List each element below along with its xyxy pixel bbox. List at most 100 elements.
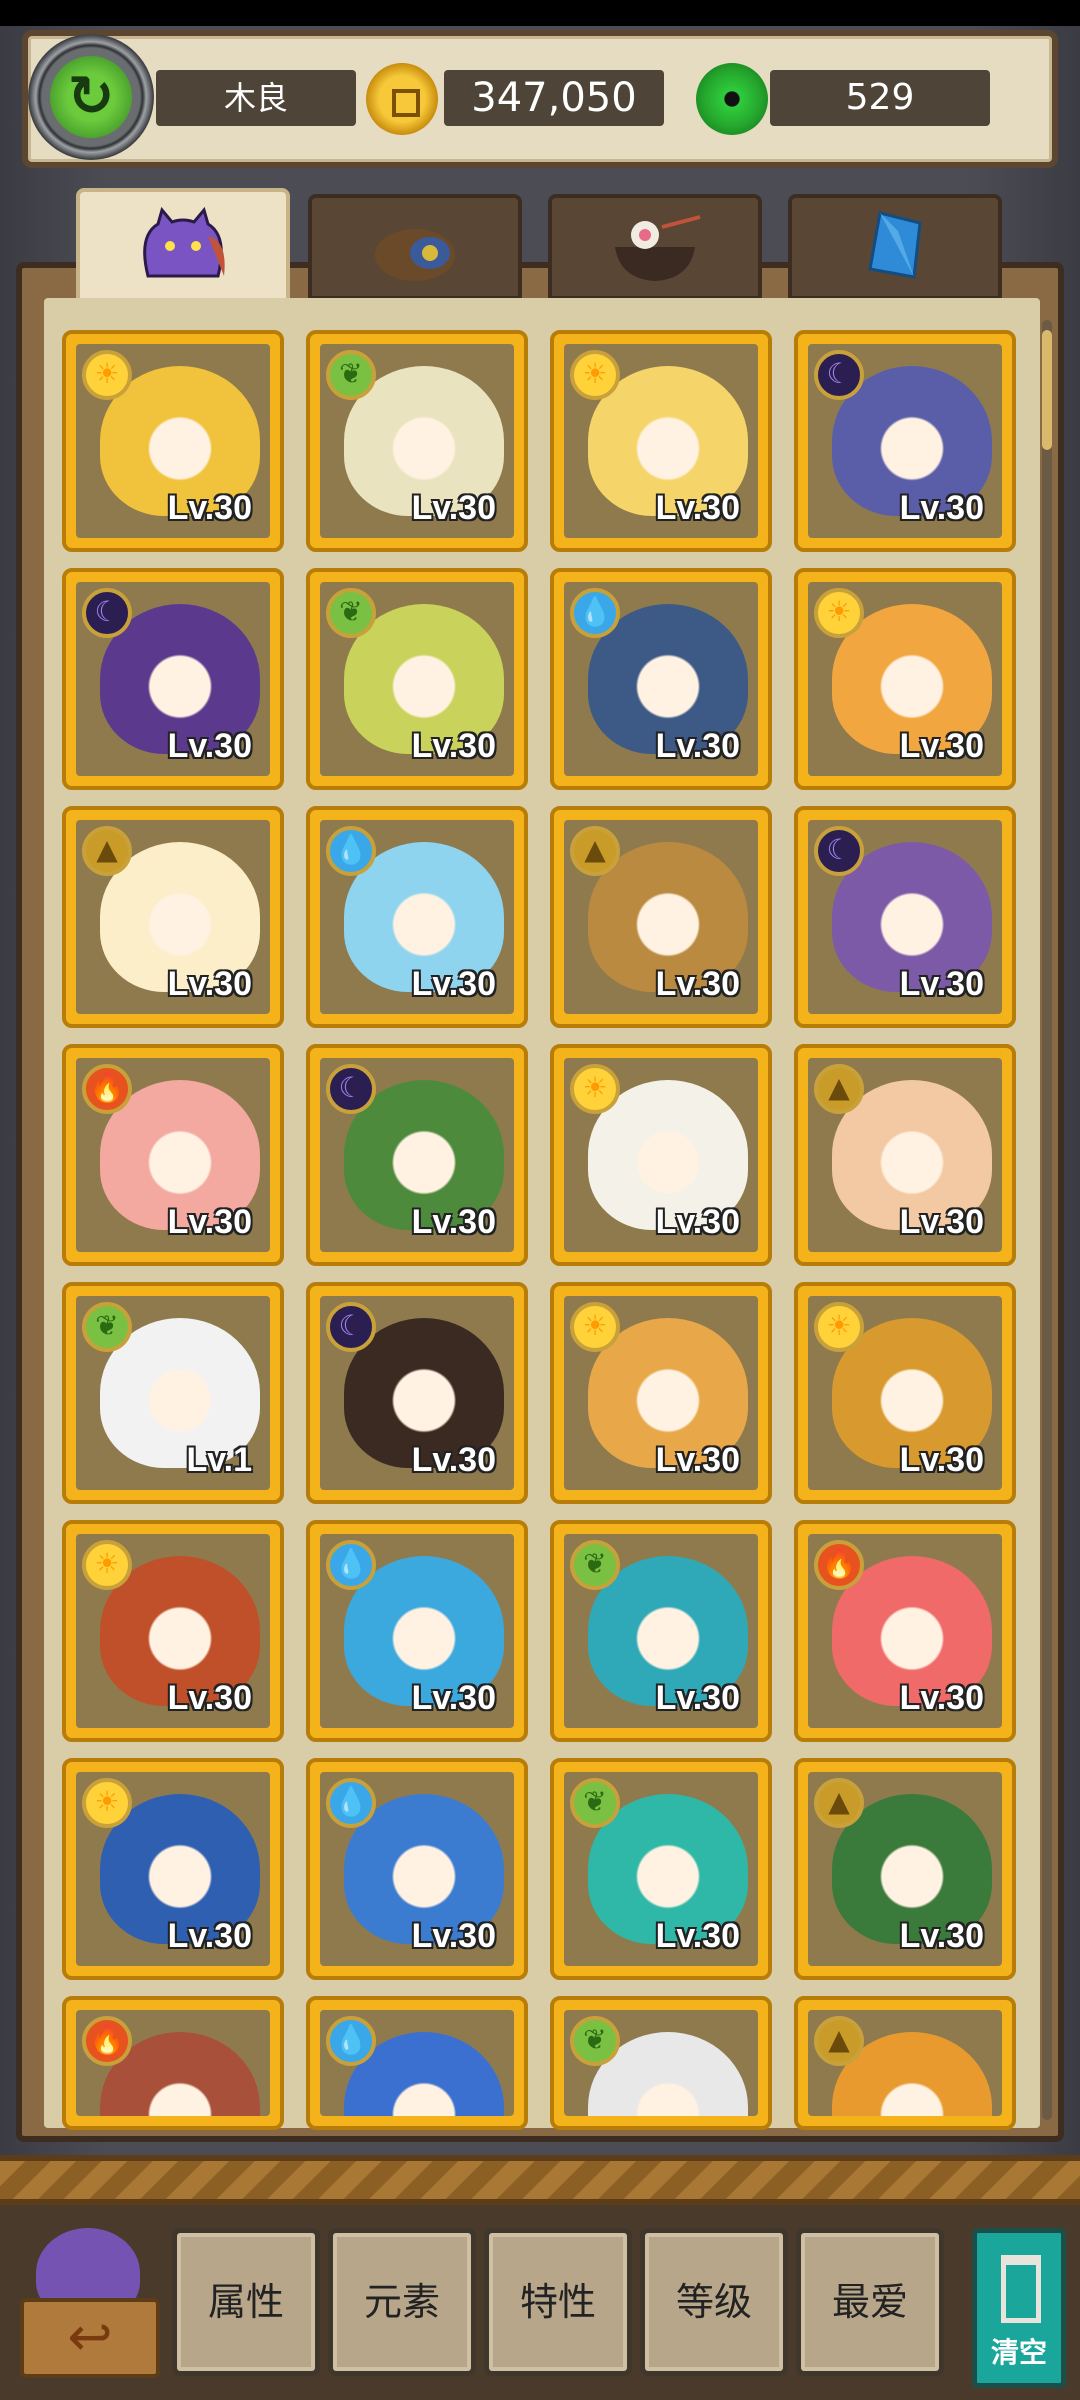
leaf-element-icon: ❦	[326, 588, 376, 638]
hero-card-frame: ☀ Lv.30	[76, 1772, 270, 1966]
player-name: 木良	[156, 70, 356, 126]
refresh-icon: ↻	[50, 56, 132, 138]
hero-level: Lv.30	[411, 1679, 496, 1717]
hero-level: Lv.30	[655, 1679, 740, 1717]
hero-card[interactable]: ❦	[550, 1996, 772, 2130]
hero-level: Lv.30	[167, 1679, 252, 1717]
hero-level: Lv.30	[411, 727, 496, 765]
hero-level: Lv.30	[899, 965, 984, 1003]
hero-card[interactable]: 🔥 Lv.30	[794, 1520, 1016, 1742]
filter-level-button[interactable]: 等级	[640, 2228, 788, 2376]
leaf-element-icon: ❦	[82, 1302, 132, 1352]
hero-card[interactable]: 💧 Lv.30	[306, 1520, 528, 1742]
hero-card[interactable]: ☾ Lv.30	[794, 330, 1016, 552]
jade-gem-icon	[696, 63, 768, 135]
hero-card[interactable]: 🔥 Lv.30	[62, 1044, 284, 1266]
clear-button[interactable]: 清空	[972, 2228, 1066, 2388]
hero-card-frame: ☾ Lv.30	[320, 1296, 514, 1490]
hero-card[interactable]: ❦ Lv.30	[306, 330, 528, 552]
hero-level: Lv.1	[186, 1441, 252, 1479]
hero-card[interactable]: ▲ Lv.30	[794, 1044, 1016, 1266]
hero-card-frame: ❦ Lv.1	[76, 1296, 270, 1490]
hero-card-frame: ☀ Lv.30	[564, 1296, 758, 1490]
hero-level: Lv.30	[655, 1203, 740, 1241]
hero-card[interactable]: 💧 Lv.30	[306, 1758, 528, 1980]
tab-food[interactable]	[548, 194, 762, 300]
scrollbar[interactable]	[1042, 320, 1052, 2120]
hero-card[interactable]: ☀ Lv.30	[794, 568, 1016, 790]
hero-card-frame: ☀ Lv.30	[564, 344, 758, 538]
hero-level: Lv.30	[899, 489, 984, 527]
hero-level: Lv.30	[167, 965, 252, 1003]
hero-card[interactable]: ☀ Lv.30	[550, 330, 772, 552]
tab-items[interactable]	[308, 194, 522, 300]
hero-card-frame: ▲ Lv.30	[808, 1772, 1002, 1966]
hero-level: Lv.30	[411, 1441, 496, 1479]
hero-card[interactable]: 💧 Lv.30	[550, 568, 772, 790]
hero-level: Lv.30	[411, 1917, 496, 1955]
hero-card-frame: 💧 Lv.30	[320, 1534, 514, 1728]
hero-card[interactable]: 🔥	[62, 1996, 284, 2130]
hero-card-frame: 💧 Lv.30	[320, 1772, 514, 1966]
leaf-element-icon: ❦	[570, 1778, 620, 1828]
hero-card-frame: ❦ Lv.30	[320, 582, 514, 776]
hero-card-frame: 💧 Lv.30	[320, 820, 514, 1014]
earth-element-icon: ▲	[570, 826, 620, 876]
hero-card-frame: ❦	[564, 2010, 758, 2116]
hero-level: Lv.30	[655, 489, 740, 527]
back-button[interactable]: ↩	[14, 2228, 164, 2386]
scrollbar-thumb[interactable]	[1042, 330, 1052, 450]
filter-element-button[interactable]: 元素	[328, 2228, 476, 2376]
sun-element-icon: ☀	[82, 350, 132, 400]
sun-element-icon: ☀	[570, 1064, 620, 1114]
hero-card[interactable]: ▲ Lv.30	[794, 1758, 1016, 1980]
filter-trait-button[interactable]: 特性	[484, 2228, 632, 2376]
hero-card[interactable]: ❦ Lv.30	[306, 568, 528, 790]
clear-label: 清空	[990, 2336, 1047, 2369]
water-element-icon: 💧	[326, 826, 376, 876]
hero-card[interactable]: ❦ Lv.30	[550, 1758, 772, 1980]
water-element-icon: 💧	[326, 1540, 376, 1590]
earth-element-icon: ▲	[82, 826, 132, 876]
moon-element-icon: ☾	[814, 350, 864, 400]
hero-card[interactable]: ☾ Lv.30	[62, 568, 284, 790]
earth-element-icon: ▲	[814, 1778, 864, 1828]
hero-card-frame: ▲	[808, 2010, 1002, 2116]
tab-crystals[interactable]	[788, 194, 1002, 300]
hero-card-frame: 🔥 Lv.30	[76, 1058, 270, 1252]
hero-card-frame: ☾ Lv.30	[808, 344, 1002, 538]
hero-card[interactable]: ☾ Lv.30	[306, 1282, 528, 1504]
moon-element-icon: ☾	[326, 1064, 376, 1114]
hero-card-frame: ☀ Lv.30	[564, 1058, 758, 1252]
hero-card-frame: ☾ Lv.30	[76, 582, 270, 776]
filter-favorite-button[interactable]: 最爱	[796, 2228, 944, 2376]
hero-card[interactable]: ▲ Lv.30	[62, 806, 284, 1028]
hero-card[interactable]: ❦ Lv.1	[62, 1282, 284, 1504]
hero-card[interactable]: ▲ Lv.30	[550, 806, 772, 1028]
gold-coin-icon	[366, 63, 438, 135]
crystal-icon	[868, 211, 922, 279]
moon-element-icon: ☾	[82, 588, 132, 638]
hero-card[interactable]: ☀ Lv.30	[794, 1282, 1016, 1504]
hero-card[interactable]: ☀ Lv.30	[550, 1282, 772, 1504]
water-element-icon: 💧	[326, 1778, 376, 1828]
hero-card[interactable]: ☾ Lv.30	[306, 1044, 528, 1266]
hero-level: Lv.30	[655, 965, 740, 1003]
hero-card[interactable]: ☀ Lv.30	[62, 1520, 284, 1742]
hero-card[interactable]: 💧	[306, 1996, 528, 2130]
hero-card-frame: 🔥 Lv.30	[808, 1534, 1002, 1728]
hero-card[interactable]: ☀ Lv.30	[62, 1758, 284, 1980]
hero-card[interactable]: ▲	[794, 1996, 1016, 2130]
hero-card[interactable]: ☀ Lv.30	[550, 1044, 772, 1266]
hero-card[interactable]: 💧 Lv.30	[306, 806, 528, 1028]
hero-card[interactable]: ☾ Lv.30	[794, 806, 1016, 1028]
hero-level: Lv.30	[655, 1441, 740, 1479]
treasure-icon	[375, 229, 455, 281]
filter-attribute-button[interactable]: 属性	[172, 2228, 320, 2376]
hero-card[interactable]: ☀ Lv.30	[62, 330, 284, 552]
hero-card[interactable]: ❦ Lv.30	[550, 1520, 772, 1742]
earth-element-icon: ▲	[814, 2016, 864, 2066]
hero-level: Lv.30	[411, 965, 496, 1003]
tab-heroes[interactable]	[76, 188, 290, 304]
player-avatar[interactable]: ↻	[28, 34, 154, 160]
